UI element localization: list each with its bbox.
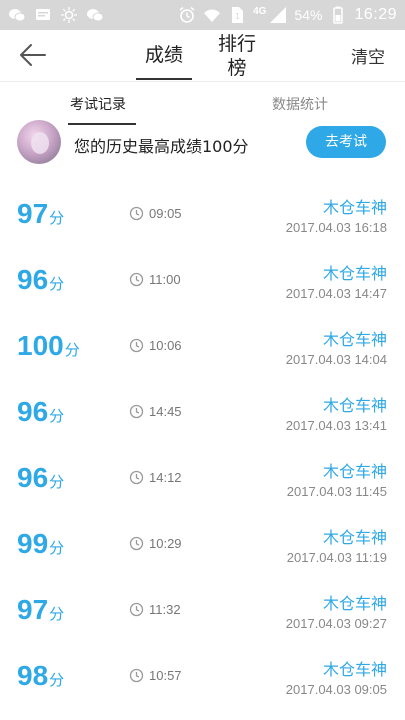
record-row[interactable]: 99分 10:29 木仓车神 2017.04.03 11:19 <box>0 512 405 578</box>
record-row[interactable]: 97分 11:32 木仓车神 2017.04.03 09:27 <box>0 578 405 644</box>
score-value: 99 <box>17 528 49 559</box>
record-row[interactable]: 96分 14:45 木仓车神 2017.04.03 13:41 <box>0 380 405 446</box>
score: 96分 <box>17 462 64 494</box>
wechat-icon <box>8 6 26 24</box>
exam-duration: 11:00 <box>149 272 181 287</box>
best-score-text: 您的历史最高成绩100分 <box>74 137 249 156</box>
tab-ranking-label-line1: 排行 <box>217 33 256 55</box>
user-name: 木仓车神 <box>322 198 387 217</box>
back-arrow-icon <box>20 44 46 66</box>
clock-icon <box>129 272 144 287</box>
exam-duration: 14:45 <box>149 404 182 419</box>
exam-duration: 09:05 <box>149 206 182 221</box>
battery-percent: 54% <box>294 7 323 23</box>
score-unit: 分 <box>49 408 65 425</box>
sub-tabs: 考试记录 数据统计 <box>0 83 405 125</box>
clock-icon <box>129 338 144 353</box>
exam-duration: 10:06 <box>149 338 182 353</box>
clock-icon <box>129 206 144 221</box>
score-unit: 分 <box>49 540 65 557</box>
record-date: 2017.04.03 14:47 <box>285 286 387 301</box>
user-name: 木仓车神 <box>322 660 387 679</box>
clock-time: 16:29 <box>354 6 397 23</box>
top-nav: 成绩 排行 榜 清空 <box>0 30 405 82</box>
record-date: 2017.04.03 11:45 <box>286 484 387 499</box>
clear-button[interactable]: 清空 <box>351 43 385 68</box>
score-unit: 分 <box>49 474 65 491</box>
score-value: 100 <box>17 330 64 361</box>
wifi-icon <box>203 6 221 24</box>
score: 97分 <box>17 198 64 230</box>
score-value: 96 <box>17 264 49 295</box>
back-button[interactable] <box>18 42 48 68</box>
status-bar: 1 4G 54% 16:29 <box>0 0 405 30</box>
sim-card-icon: 1 <box>228 6 246 24</box>
exam-duration: 10:57 <box>149 668 182 683</box>
tab-score-underline <box>136 78 192 80</box>
tab-score-label: 成绩 <box>144 44 183 66</box>
tab-ranking-label-line2: 榜 <box>227 57 247 79</box>
record-date: 2017.04.03 09:05 <box>285 682 387 697</box>
record-date: 2017.04.03 13:41 <box>285 418 387 433</box>
battery-icon <box>329 6 347 24</box>
score-value: 96 <box>17 462 49 493</box>
record-date: 2017.04.03 14:04 <box>285 352 387 367</box>
status-right-icons: 1 4G 54% 16:29 <box>178 6 397 24</box>
go-exam-button[interactable]: 去考试 <box>306 126 386 158</box>
user-name: 木仓车神 <box>322 462 387 481</box>
tab-score[interactable]: 成绩 <box>136 40 192 80</box>
record-date: 2017.04.03 09:27 <box>285 616 387 631</box>
score: 97分 <box>17 594 64 626</box>
user-name: 木仓车神 <box>322 330 387 349</box>
score: 96分 <box>17 264 64 296</box>
record-date: 2017.04.03 11:19 <box>286 550 387 565</box>
user-name: 木仓车神 <box>322 594 387 613</box>
clock-icon <box>129 470 144 485</box>
score-unit: 分 <box>49 276 65 293</box>
score-unit: 分 <box>49 606 65 623</box>
score: 96分 <box>17 396 64 428</box>
message-icon <box>34 6 52 24</box>
score-unit: 分 <box>49 672 65 689</box>
clock-icon <box>129 536 144 551</box>
score-unit: 分 <box>49 210 65 227</box>
status-left-icons <box>8 6 104 24</box>
avatar <box>17 120 61 164</box>
record-list: 97分 09:05 木仓车神 2017.04.03 16:18 96分 11:0… <box>0 182 405 710</box>
clock-icon <box>129 404 144 419</box>
exam-duration: 11:32 <box>149 602 181 617</box>
tab-data-stats[interactable]: 数据统计 <box>272 94 328 114</box>
score-value: 97 <box>17 594 49 625</box>
record-row[interactable]: 100分 10:06 木仓车神 2017.04.03 14:04 <box>0 314 405 380</box>
score: 98分 <box>17 660 64 692</box>
user-name: 木仓车神 <box>322 528 387 547</box>
exam-duration: 14:12 <box>149 470 182 485</box>
exam-duration: 10:29 <box>149 536 182 551</box>
network-type-label: 4G <box>253 5 267 17</box>
svg-text:1: 1 <box>235 12 240 21</box>
record-date: 2017.04.03 16:18 <box>285 220 387 235</box>
score: 99分 <box>17 528 64 560</box>
score-value: 96 <box>17 396 49 427</box>
wechat-icon <box>86 6 104 24</box>
weather-sun-icon <box>60 6 78 24</box>
score: 100分 <box>17 330 80 362</box>
record-row[interactable]: 96分 14:12 木仓车神 2017.04.03 11:45 <box>0 446 405 512</box>
user-name: 木仓车神 <box>322 396 387 415</box>
record-row[interactable]: 98分 10:57 木仓车神 2017.04.03 09:05 <box>0 644 405 710</box>
user-name: 木仓车神 <box>322 264 387 283</box>
best-score-banner: 您的历史最高成绩100分 去考试 <box>0 120 405 166</box>
record-row[interactable]: 97分 09:05 木仓车神 2017.04.03 16:18 <box>0 182 405 248</box>
tab-ranking[interactable]: 排行 榜 <box>216 32 258 80</box>
score-unit: 分 <box>64 342 80 359</box>
tab-exam-records[interactable]: 考试记录 <box>70 94 126 114</box>
clock-icon <box>129 668 144 683</box>
alarm-icon <box>178 6 196 24</box>
signal-icon <box>269 6 287 24</box>
score-value: 97 <box>17 198 49 229</box>
score-value: 98 <box>17 660 49 691</box>
clock-icon <box>129 602 144 617</box>
record-row[interactable]: 96分 11:00 木仓车神 2017.04.03 14:47 <box>0 248 405 314</box>
